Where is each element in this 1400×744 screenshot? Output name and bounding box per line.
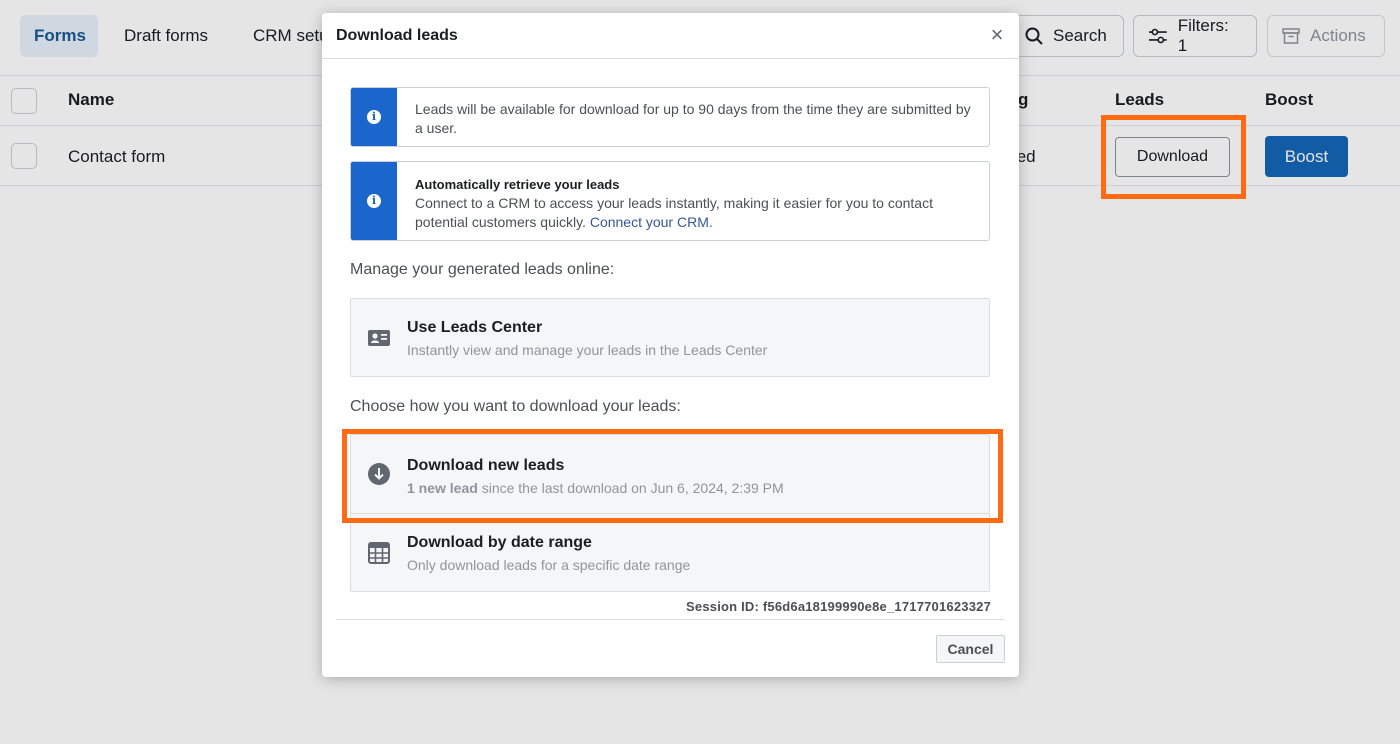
info-icon: i	[367, 110, 381, 124]
new-lead-count: 1 new lead	[407, 480, 478, 496]
cancel-button[interactable]: Cancel	[936, 635, 1005, 663]
download-leads-dialog: Download leads × i Leads will be availab…	[322, 13, 1019, 677]
manage-leads-label: Manage your generated leads online:	[350, 261, 615, 278]
crm-info-box: i Automatically retrieve your leads Conn…	[350, 161, 990, 241]
leads-center-title: Use Leads Center	[407, 319, 543, 336]
session-id: Session ID: f56d6a18199990e8e_1717701623…	[686, 599, 991, 614]
retention-info-box: i Leads will be available for download f…	[350, 87, 990, 147]
crm-info-title: Automatically retrieve your leads	[415, 177, 620, 192]
info-icon: i	[367, 194, 381, 208]
download-arrow-icon	[367, 462, 391, 486]
download-date-range-option[interactable]: Download by date range Only download lea…	[350, 513, 990, 592]
download-new-leads-option[interactable]: Download new leads 1 new lead since the …	[350, 434, 990, 514]
download-date-range-subtitle: Only download leads for a specific date …	[407, 557, 691, 573]
leads-center-subtitle: Instantly view and manage your leads in …	[407, 342, 768, 358]
retention-info-text: Leads will be available for download for…	[415, 101, 971, 136]
download-new-leads-title: Download new leads	[407, 457, 565, 474]
connect-crm-link[interactable]: Connect your CRM.	[590, 214, 713, 230]
close-icon[interactable]: ×	[987, 24, 1007, 46]
last-download-info: since the last download on Jun 6, 2024, …	[481, 480, 784, 496]
download-new-leads-subtitle: 1 new lead since the last download on Ju…	[407, 480, 784, 496]
leads-center-option[interactable]: Use Leads Center Instantly view and mana…	[350, 298, 990, 377]
crm-info-text: Automatically retrieve your leads Connec…	[415, 175, 973, 232]
download-date-range-title: Download by date range	[407, 534, 592, 551]
contact-card-icon	[367, 326, 391, 350]
info-sidebar: i	[351, 162, 397, 240]
footer-divider	[336, 619, 1005, 620]
download-choice-label: Choose how you want to download your lea…	[350, 398, 681, 415]
calendar-table-icon	[367, 541, 391, 565]
info-sidebar: i	[351, 88, 397, 146]
dialog-title: Download leads	[336, 27, 458, 44]
dialog-header: Download leads ×	[322, 13, 1019, 59]
